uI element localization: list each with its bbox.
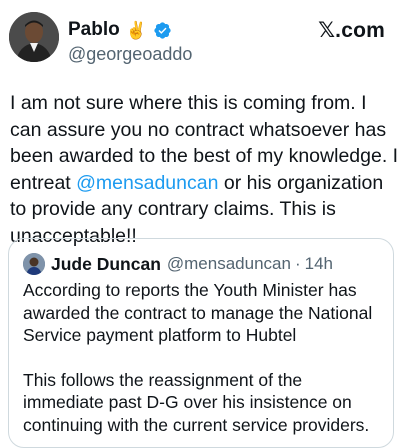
verified-badge-icon [154,21,171,39]
avatar-photo-icon [9,12,59,62]
quoted-avatar-photo-icon [23,253,45,275]
quoted-paragraph: This follows the reassignment of the imm… [23,369,370,435]
quoted-tweet[interactable]: Jude Duncan @mensaduncan · 14h According… [8,238,394,448]
quoted-author-name[interactable]: Jude Duncan [51,254,161,275]
quoted-paragraph: According to reports the Youth Minister … [23,280,373,345]
quoted-timestamp[interactable]: 14h [305,254,333,274]
quoted-author-handle[interactable]: @mensaduncan [167,254,291,274]
quoted-tweet-header: Jude Duncan @mensaduncan · 14h [23,253,333,275]
author-name-row: Pablo ✌️ [68,18,172,42]
victory-hand-emoji: ✌️ [125,20,147,40]
author-avatar[interactable] [9,12,59,62]
quoted-tweet-body: According to reports the Youth Minister … [23,279,385,436]
author-name[interactable]: Pablo [68,19,120,41]
separator-dot: · [294,254,301,273]
quoted-author-avatar[interactable] [23,253,45,275]
tweet-header: Pablo ✌️ @georgeoaddo 𝕏.com [0,0,405,80]
tweet-body: I am not sure where this is coming from.… [10,90,400,249]
mention-link[interactable]: @mensaduncan [76,172,218,194]
author-handle[interactable]: @georgeoaddo [68,44,192,65]
x-logo: 𝕏.com [318,19,385,42]
